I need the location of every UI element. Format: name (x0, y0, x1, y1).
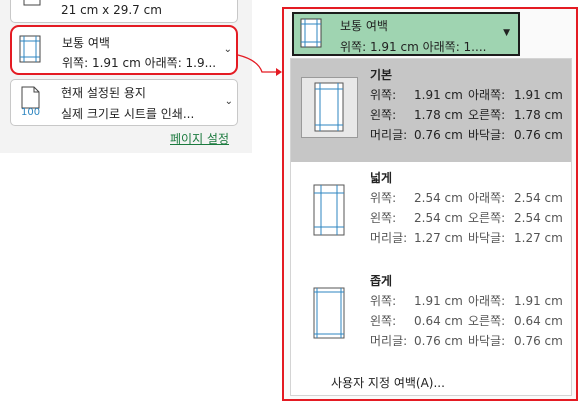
value-footer: 1.27 cm (514, 231, 563, 245)
value-top: 1.91 cm (414, 88, 463, 102)
margins-dropdown-header[interactable]: 보통 여백 위쪽: 1.91 cm 아래쪽: 1.... ▼ (292, 12, 520, 56)
label-left: 왼쪽: (370, 314, 397, 328)
preset-row: 위쪽: 2.54 cm 아래쪽: 2.54 cm (370, 189, 563, 206)
value-top: 2.54 cm (414, 191, 463, 205)
custom-margins-menu-item[interactable]: 사용자 지정 여백(A)... (331, 374, 445, 391)
label-left: 왼쪽: (370, 211, 397, 225)
value-left: 2.54 cm (414, 211, 463, 225)
preset-row: 왼쪽: 1.78 cm 오른쪽: 1.78 cm (370, 106, 563, 123)
value-right: 1.78 cm (514, 108, 563, 122)
preset-row: 위쪽: 1.91 cm 아래쪽: 1.91 cm (370, 292, 563, 309)
label-footer: 바닥글: (468, 128, 506, 142)
margins-icon (300, 18, 322, 48)
label-footer: 바닥글: (468, 231, 506, 245)
header-detail: 위쪽: 1.91 cm 아래쪽: 1.... (340, 40, 487, 54)
callout-arrow (237, 54, 282, 76)
label-top: 위쪽: (370, 191, 397, 205)
preset-name: 좁게 (370, 274, 393, 288)
label-left: 왼쪽: (370, 108, 397, 122)
label-right: 오른쪽: (468, 314, 506, 328)
value-left: 1.78 cm (414, 108, 463, 122)
value-header: 0.76 cm (414, 334, 463, 348)
value-header: 0.76 cm (414, 128, 463, 142)
value-top: 1.91 cm (414, 294, 463, 308)
preset-row: 머리글: 0.76 cm 바닥글: 0.76 cm (370, 332, 563, 349)
margin-presets-list: 기본 위쪽: 1.91 cm 아래쪽: 1.91 cm 왼쪽: 1.78 cm 오른쪽: 1… (290, 58, 572, 396)
preset-narrow[interactable]: 좁게 위쪽: 1.91 cm 아래쪽: 1.91 cm 왼쪽: 0.64 cm 오른쪽: 0… (291, 265, 571, 368)
value-bottom: 2.54 cm (514, 191, 563, 205)
preset-row: 왼쪽: 0.64 cm 오른쪽: 0.64 cm (370, 312, 563, 329)
value-footer: 0.76 cm (514, 334, 563, 348)
label-header: 머리글: (370, 334, 408, 348)
preset-row: 머리글: 0.76 cm 바닥글: 0.76 cm (370, 126, 563, 143)
normal-margins-icon (301, 77, 358, 138)
caret-down-icon: ▼ (503, 28, 510, 38)
preset-row: 위쪽: 1.91 cm 아래쪽: 1.91 cm (370, 86, 563, 103)
value-bottom: 1.91 cm (514, 88, 563, 102)
preset-normal[interactable]: 기본 위쪽: 1.91 cm 아래쪽: 1.91 cm 왼쪽: 1.78 cm 오른쪽: 1… (291, 59, 571, 162)
preset-wide[interactable]: 넓게 위쪽: 2.54 cm 아래쪽: 2.54 cm 왼쪽: 2.54 cm 오른쪽: 2… (291, 162, 571, 265)
label-right: 오른쪽: (468, 211, 506, 225)
value-footer: 0.76 cm (514, 128, 563, 142)
narrow-margins-icon (313, 287, 345, 339)
preset-name: 넓게 (370, 171, 393, 185)
label-bottom: 아래쪽: (468, 88, 506, 102)
label-top: 위쪽: (370, 88, 397, 102)
value-left: 0.64 cm (414, 314, 463, 328)
preset-row: 머리글: 1.27 cm 바닥글: 1.27 cm (370, 229, 563, 246)
preset-row: 왼쪽: 2.54 cm 오른쪽: 2.54 cm (370, 209, 563, 226)
wide-margins-icon (313, 184, 345, 236)
preset-name: 기본 (370, 68, 393, 82)
label-header: 머리글: (370, 231, 408, 245)
label-footer: 바닥글: (468, 334, 506, 348)
scaling-option-detail: 실제 크기로 시트를 인쇄... (61, 107, 195, 121)
label-bottom: 아래쪽: (468, 294, 506, 308)
value-right: 2.54 cm (514, 211, 563, 225)
page-setup-link[interactable]: 페이지 설정 (170, 130, 229, 147)
value-header: 1.27 cm (414, 231, 463, 245)
label-bottom: 아래쪽: (468, 191, 506, 205)
value-right: 0.64 cm (514, 314, 563, 328)
label-header: 머리글: (370, 128, 408, 142)
header-title: 보통 여백 (340, 19, 388, 33)
value-bottom: 1.91 cm (514, 294, 563, 308)
scaling-icon-label: 100 (21, 107, 41, 118)
label-right: 오른쪽: (468, 108, 506, 122)
label-top: 위쪽: (370, 294, 397, 308)
margins-dropdown: 보통 여백 위쪽: 1.91 cm 아래쪽: 1.... ▼ 기본 위쪽: 1.9… (282, 7, 578, 401)
